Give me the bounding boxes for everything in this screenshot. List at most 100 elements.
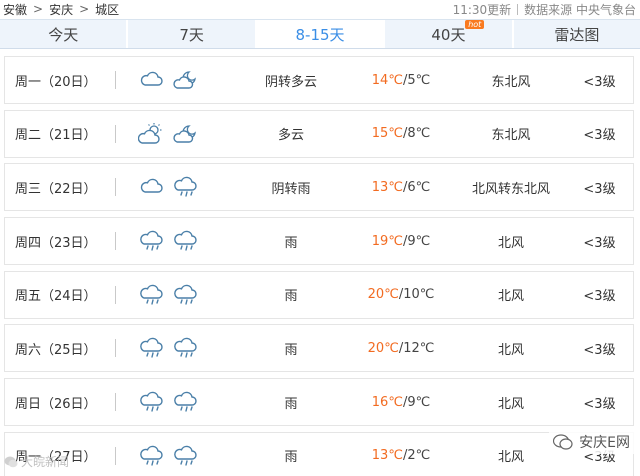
temperature: 13℃/2℃ <box>346 448 456 463</box>
weather-icons <box>116 444 236 468</box>
tab-label: 7天 <box>179 25 204 44</box>
rain-icon <box>174 284 197 305</box>
rain-icon <box>174 338 197 359</box>
tab-today[interactable]: 今天 <box>0 20 126 48</box>
weather-desc: 雨 <box>284 342 298 358</box>
temp-low: /8℃ <box>402 126 431 142</box>
wind-level: <3级 <box>583 289 616 305</box>
temp-high: 13℃ <box>371 179 403 195</box>
temp-high: 14℃ <box>371 72 403 88</box>
temp-high: 19℃ <box>371 233 403 249</box>
weather-desc: 阴转雨 <box>271 181 311 197</box>
temperature: 14℃/5℃ <box>346 73 456 88</box>
temp-low: /9℃ <box>402 394 431 410</box>
watermark-right-text: 安庆E网 <box>579 435 630 451</box>
breadcrumb-city[interactable]: 安庆 <box>49 1 73 18</box>
wind-level: <3级 <box>583 128 616 144</box>
meta-info: 11:30更新 数据来源 中央气象台 <box>453 1 636 18</box>
tab-radar[interactable]: 雷达图 <box>511 20 640 48</box>
breadcrumb: 安徽 > 安庆 > 城区 <box>3 1 119 18</box>
temp-low: /2℃ <box>402 448 431 464</box>
rain-icon <box>174 177 197 198</box>
rain-icon <box>140 391 163 412</box>
tab-40-days[interactable]: 40天 hot <box>383 20 511 48</box>
temp-high: 16℃ <box>371 394 403 410</box>
breadcrumb-district[interactable]: 城区 <box>95 1 119 18</box>
forecast-tabs: 今天 7天 8-15天 40天 hot 雷达图 <box>0 19 640 49</box>
wind-direction: 北风 <box>497 342 524 358</box>
forecast-row: 周五（24日） 雨 20℃/10℃ 北风 <3级 <box>4 270 634 319</box>
weather-desc: 雨 <box>284 450 298 466</box>
weather-desc: 雨 <box>284 396 298 412</box>
day-label: 周二（21日） <box>15 128 97 144</box>
temp-high: 13℃ <box>371 448 403 464</box>
topbar: 安徽 > 安庆 > 城区 11:30更新 数据来源 中央气象台 <box>0 0 640 18</box>
watermark-left-text: 大皖新闻 <box>21 455 70 469</box>
tab-label: 今天 <box>48 25 79 44</box>
temp-low: /5℃ <box>402 72 431 88</box>
wind-direction: 北风 <box>497 235 524 251</box>
watermark-right: 安庆E网 <box>549 430 634 454</box>
breadcrumb-separator: > <box>79 2 90 16</box>
forecast-row: 周二（21日） 多云 15℃/8℃ 东北风 <3级 <box>4 109 634 158</box>
weather-desc: 雨 <box>284 235 298 251</box>
tab-8-15-days[interactable]: 8-15天 <box>254 20 384 48</box>
forecast-row: 周四（23日） 雨 19℃/9℃ 北风 <3级 <box>4 217 634 266</box>
breadcrumb-separator: > <box>33 2 44 16</box>
wind-direction: 东北风 <box>491 74 531 90</box>
forecast-list: 周一（20日） 阴转多云 14℃/5℃ 东北风 <3级 周二（21日） 多云 15℃/8℃ 东北… <box>4 56 634 476</box>
tab-label: 雷达图 <box>554 25 600 44</box>
weather-icons <box>116 122 236 146</box>
tab-label: 8-15天 <box>295 25 345 44</box>
rain-icon <box>140 230 163 251</box>
day-label: 周日（26日） <box>15 396 97 412</box>
weather-icons <box>116 283 236 307</box>
rain-icon <box>140 445 163 466</box>
temp-low: /12℃ <box>398 340 435 356</box>
rain-icon <box>140 338 163 359</box>
rain-icon <box>174 230 197 251</box>
day-label: 周三（22日） <box>15 181 97 197</box>
temp-low: /10℃ <box>398 287 435 303</box>
wind-level: <3级 <box>583 181 616 197</box>
weather-desc: 雨 <box>284 289 298 305</box>
breadcrumb-province[interactable]: 安徽 <box>3 1 27 18</box>
day-label: 周四（23日） <box>15 235 97 251</box>
wechat-icon <box>553 434 573 450</box>
rain-icon <box>174 391 197 412</box>
temp-low: /6℃ <box>402 179 431 195</box>
wind-direction: 北风转东北风 <box>471 181 550 197</box>
day-label: 周六（25日） <box>15 342 97 358</box>
tab-label: 40天 <box>431 25 466 44</box>
forecast-row: 周一（20日） 阴转多云 14℃/5℃ 东北风 <3级 <box>4 56 634 104</box>
cloudy-icon <box>140 179 163 194</box>
weather-icons <box>116 336 236 360</box>
forecast-row: 周三（22日） 阴转雨 13℃/6℃ 北风转东北风 <3级 <box>4 163 634 212</box>
forecast-row: 周日（26日） 雨 16℃/9℃ 北风 <3级 <box>4 378 634 427</box>
partly-cloudy-icon <box>138 122 162 144</box>
temperature: 20℃/10℃ <box>346 287 456 302</box>
forecast-row: 周一（27日）雨 13℃/2℃ 北风 <3级 <box>4 431 634 476</box>
forecast-row: 周六（25日） 雨 20℃/12℃ 北风 <3级 <box>4 324 634 373</box>
meta-divider <box>517 3 519 15</box>
weather-icons <box>116 68 236 92</box>
wind-level: <3级 <box>583 396 616 412</box>
data-source: 数据来源 中央气象台 <box>524 2 636 17</box>
wechat-icon <box>4 456 18 467</box>
wind-direction: 北风 <box>497 289 524 305</box>
temperature: 16℃/9℃ <box>346 395 456 410</box>
wind-direction: 东北风 <box>491 128 531 144</box>
hot-badge: hot <box>465 20 485 29</box>
tab-7-days[interactable]: 7天 <box>126 20 254 48</box>
wind-level: <3级 <box>583 74 616 90</box>
temp-high: 20℃ <box>367 340 399 356</box>
temperature: 15℃/8℃ <box>346 126 456 141</box>
wind-level: <3级 <box>583 342 616 358</box>
update-time: 11:30更新 <box>452 2 512 17</box>
rain-icon <box>174 445 197 466</box>
day-label: 周五（24日） <box>15 289 97 305</box>
weather-icons <box>116 229 236 253</box>
weather-desc: 阴转多云 <box>264 74 317 90</box>
day-label: 周一（20日） <box>15 74 97 90</box>
temperature: 19℃/9℃ <box>346 234 456 249</box>
